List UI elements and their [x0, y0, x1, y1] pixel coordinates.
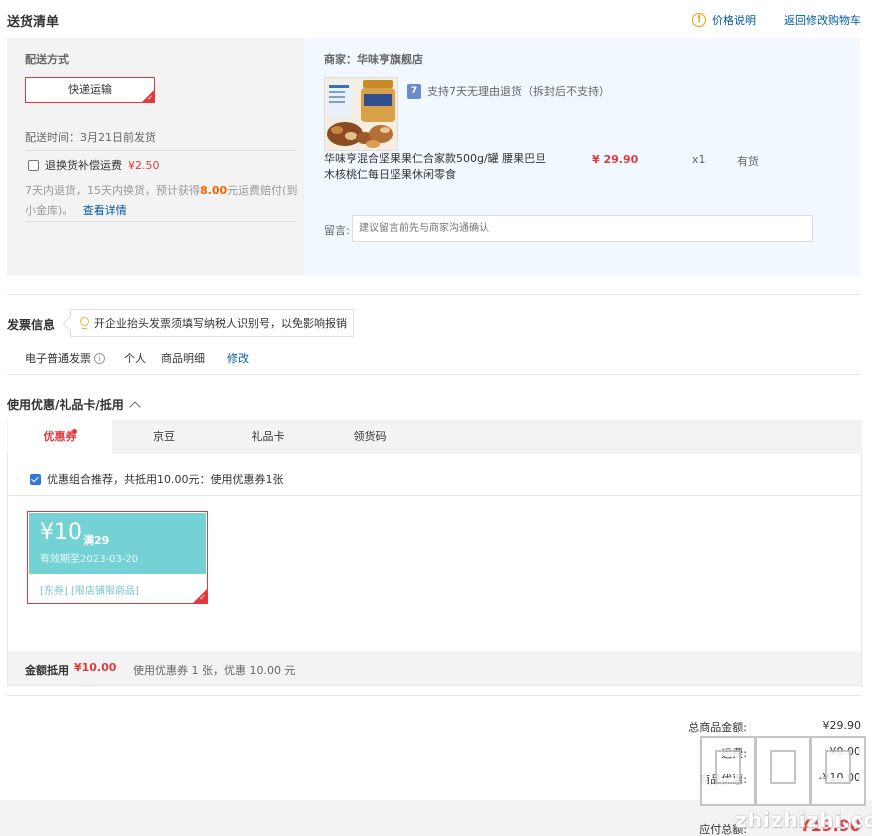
- check-icon: ✓: [147, 94, 153, 102]
- invoice-tip-text: 开企业抬头发票须填写纳税人识别号，以免影响报销: [94, 317, 347, 330]
- return-policy-text: 支持7天无理由退货（拆封后不支持）: [427, 85, 610, 98]
- insurance-note-amount: 8.00: [200, 184, 228, 197]
- combo-text: 优惠组合推荐，共抵用10.00元：使用优惠券1张: [47, 473, 284, 486]
- items-total-label: 总商品金额:: [688, 721, 747, 734]
- page-title: 送货清单: [7, 15, 60, 30]
- message-label: 留言:: [324, 224, 350, 237]
- deduct-amount: ¥10.00: [74, 661, 117, 674]
- watermark-glyph: [810, 736, 866, 806]
- tab-jd-beans[interactable]: 京豆: [112, 420, 216, 454]
- shipping-method-button[interactable]: 快递运输 ✓: [25, 77, 155, 103]
- coupon-validity: 有效期至2023-03-20: [40, 554, 139, 565]
- combo-checkbox[interactable]: [30, 473, 41, 485]
- price-info-link[interactable]: ! 价格说明: [692, 12, 756, 28]
- section-divider: [7, 374, 861, 375]
- merchant-name: 商家：华味亨旗舰店: [324, 53, 423, 66]
- invoice-type-label: 电子普通发票: [25, 352, 91, 365]
- coupon-condition: 满29: [83, 534, 110, 547]
- product-stock: 有货: [737, 155, 759, 168]
- section-divider: [7, 294, 861, 295]
- invoice-edit-link[interactable]: 修改: [227, 350, 249, 366]
- tab-voucher-code[interactable]: 领货码: [320, 420, 420, 454]
- price-info-label: 价格说明: [712, 14, 756, 27]
- insurance-note-prefix: 7天内退货，15天内换货，预计获得: [25, 184, 200, 197]
- invoice-title: 发票信息: [7, 318, 56, 332]
- chevron-up-icon: [129, 400, 141, 413]
- divider: [8, 495, 861, 496]
- coupon-section-title: 使用优惠/礼品卡/抵用: [7, 398, 124, 412]
- lightbulb-icon: [79, 316, 90, 330]
- product-name[interactable]: 华味亨混合坚果果仁合家款500g/罐 腰果巴旦木核桃仁每日坚果休闲零食: [324, 151, 549, 183]
- back-to-cart-link[interactable]: 返回修改购物车: [784, 12, 861, 28]
- product-price: ¥ 29.90: [592, 153, 639, 166]
- insurance-checkbox[interactable]: [28, 159, 39, 171]
- coupon-combo-option[interactable]: 优惠组合推荐，共抵用10.00元：使用优惠券1张: [30, 471, 284, 487]
- shipping-time: 配送时间：3月21日前发货: [25, 131, 156, 144]
- divider: [25, 221, 296, 222]
- coupon-section-toggle[interactable]: 使用优惠/礼品卡/抵用: [7, 396, 141, 413]
- tab-gift-card[interactable]: 礼品卡: [216, 420, 320, 454]
- seven-day-return-icon: 7: [407, 83, 421, 99]
- divider: [25, 150, 296, 151]
- coupon-tags: [东券] [限店铺限商品]: [40, 586, 139, 597]
- shipping-method-value: 快递运输: [68, 83, 112, 96]
- insurance-details-link[interactable]: 查看详情: [83, 204, 127, 217]
- coupon-amount: ¥10: [40, 520, 82, 545]
- watermark-text: zhizhizhi.com: [735, 808, 872, 832]
- watermark-logo: [700, 736, 866, 806]
- items-total-value: ¥29.90: [822, 719, 862, 732]
- invoice-person: 个人: [124, 352, 146, 365]
- warning-icon: !: [692, 13, 706, 27]
- invoice-tooltip: 开企业抬头发票须填写纳税人识别号，以免影响报销: [70, 309, 354, 337]
- info-icon[interactable]: i: [94, 352, 105, 364]
- deduct-label: 金额抵用: [25, 664, 69, 677]
- shipping-method-label: 配送方式: [25, 53, 69, 66]
- product-image[interactable]: [324, 77, 398, 151]
- insurance-note: 7天内退货，15天内换货，预计获得8.00元运费赔付(到小金库)。 查看详情: [25, 181, 300, 221]
- invoice-type: 电子普通发票 i: [25, 350, 105, 366]
- check-icon: ✓: [199, 593, 206, 602]
- section-divider: [7, 695, 861, 696]
- nut-jar-image: [325, 78, 397, 150]
- return-policy: 7 支持7天无理由退货（拆封后不支持）: [407, 83, 610, 99]
- watermark-glyph: [755, 736, 811, 806]
- shipping-insurance-option[interactable]: 退换货补偿运费 ¥2.50: [28, 157, 160, 173]
- tab-coupons[interactable]: 优惠券: [8, 420, 112, 454]
- invoice-detail: 商品明细: [161, 352, 205, 365]
- insurance-label: 退换货补偿运费: [45, 159, 122, 172]
- product-quantity: x1: [692, 153, 706, 166]
- notification-dot-icon: [72, 429, 77, 434]
- insurance-price: ¥2.50: [128, 158, 160, 172]
- message-input[interactable]: [352, 215, 813, 242]
- watermark-glyph: [700, 736, 756, 806]
- deduct-note: 使用优惠券 1 张，优惠 10.00 元: [133, 664, 296, 677]
